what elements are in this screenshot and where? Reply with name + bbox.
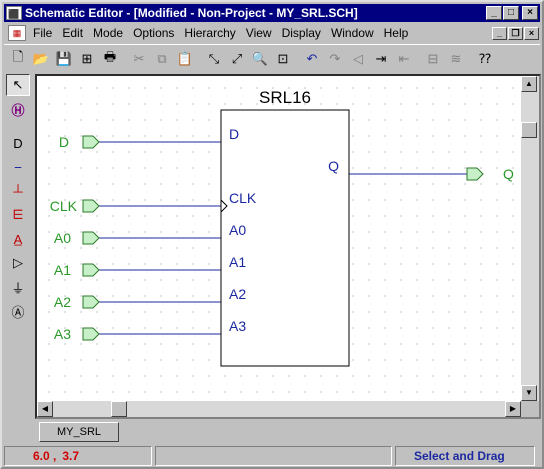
main-toolbar: 🗋 📂 💾 ⊞ 🖶 ✂ ⧉ 📋 ⤡ ⤢ 🔍 ⊡ ↶ ↷ ◁ ⇥ ⇤ ⊟ ≋ ⁇ xyxy=(4,44,540,72)
horizontal-scrollbar[interactable]: ◀ ▶ xyxy=(37,401,521,417)
schematic-drawing: SRL16 D CLK A0 A1 A2 A3 Q D CLK A0 A1 A2… xyxy=(50,88,514,367)
menu-hierarchy[interactable]: Hierarchy xyxy=(179,26,240,40)
menu-mode[interactable]: Mode xyxy=(88,26,128,40)
pin-clk: CLK xyxy=(229,190,257,206)
schematic-canvas[interactable]: SRL16 D CLK A0 A1 A2 A3 Q D CLK A0 A1 A2… xyxy=(37,76,521,401)
pop-icon[interactable]: ⇤ xyxy=(393,48,415,70)
menu-bar: ▦ File Edit Mode Options Hierarchy View … xyxy=(4,23,540,43)
coord-y: 3.7 xyxy=(62,449,80,463)
open-icon[interactable]: 📂 xyxy=(30,48,52,70)
port-clk[interactable] xyxy=(82,199,100,213)
app-icon[interactable]: ⬛ xyxy=(6,6,22,20)
add-io-marker-icon[interactable]: ▷ xyxy=(6,252,30,274)
symbol-icon[interactable]: ◁ xyxy=(347,48,369,70)
status-message xyxy=(155,446,392,466)
port-q[interactable] xyxy=(466,167,484,181)
add-bus-icon[interactable]: ⋿ xyxy=(6,204,30,226)
hierarchy-h-icon[interactable]: Ⓗ xyxy=(6,98,30,120)
port-label-a2: A2 xyxy=(54,294,71,310)
print-icon[interactable]: 🖶 xyxy=(99,48,121,70)
port-label-q: Q xyxy=(503,166,514,182)
port-a0[interactable] xyxy=(82,231,100,245)
port-a1[interactable] xyxy=(82,263,100,277)
port-label-d: D xyxy=(59,134,69,150)
mode-indicator: Select and Drag xyxy=(395,446,535,466)
menu-display[interactable]: Display xyxy=(277,26,326,40)
document-icon[interactable]: ▦ xyxy=(8,25,26,41)
close-button[interactable]: × xyxy=(522,6,538,20)
undo-icon[interactable]: ↶ xyxy=(301,48,323,70)
add-power-icon[interactable]: ⏚ xyxy=(6,276,30,298)
doc-close-button[interactable]: × xyxy=(524,26,539,40)
menu-options[interactable]: Options xyxy=(128,26,179,40)
title-bar: ⬛ Schematic Editor - [Modified - Non-Pro… xyxy=(4,4,540,22)
add-text-icon[interactable]: Ⓐ xyxy=(6,300,30,322)
port-label-a3: A3 xyxy=(54,326,71,342)
doc-restore-button[interactable]: ❐ xyxy=(508,26,523,40)
add-net-icon[interactable]: ┴ xyxy=(6,180,30,202)
zoom-out-icon[interactable]: ⤢ xyxy=(226,48,248,70)
vertical-scroll-thumb[interactable] xyxy=(521,122,537,138)
coordinates-readout: 6.0 , 3.7 xyxy=(4,446,152,466)
paste-icon[interactable]: 📋 xyxy=(174,48,196,70)
zoom-full-icon[interactable]: ⊡ xyxy=(272,48,294,70)
pin-a0: A0 xyxy=(229,222,246,238)
scroll-up-button[interactable]: ▲ xyxy=(521,76,537,92)
select-arrow-icon[interactable]: ↖ xyxy=(6,74,30,96)
srl16-symbol[interactable]: SRL16 D CLK A0 A1 A2 A3 Q xyxy=(220,88,350,367)
tab-my-srl[interactable]: MY_SRL xyxy=(39,422,119,442)
zoom-icon[interactable]: 🔍 xyxy=(249,48,271,70)
save-icon[interactable]: 💾 xyxy=(53,48,75,70)
drawing-toolbar: ↖ Ⓗ D ⎯ ┴ ⋿ A̲ ▷ ⏚ Ⓐ xyxy=(6,74,32,324)
minimize-button[interactable]: _ xyxy=(486,6,502,20)
copy-icon[interactable]: ⧉ xyxy=(151,48,173,70)
redo-icon[interactable]: ↷ xyxy=(324,48,346,70)
port-label-a1: A1 xyxy=(54,262,71,278)
push-icon[interactable]: ⇥ xyxy=(370,48,392,70)
zoom-in-icon[interactable]: ⤡ xyxy=(203,48,225,70)
help-icon[interactable]: ⁇ xyxy=(474,48,496,70)
add-symbol-icon[interactable]: D xyxy=(6,132,30,154)
menu-edit[interactable]: Edit xyxy=(57,26,88,40)
pin-a2: A2 xyxy=(229,286,246,302)
pin-a3: A3 xyxy=(229,318,246,334)
doc-minimize-button[interactable]: _ xyxy=(492,26,507,40)
port-a2[interactable] xyxy=(82,295,100,309)
scroll-down-button[interactable]: ▼ xyxy=(521,385,537,401)
add-wire-icon[interactable]: ⎯ xyxy=(6,156,30,178)
netlist-icon[interactable]: ⊟ xyxy=(422,48,444,70)
vertical-scrollbar[interactable]: ▲ ▼ xyxy=(521,76,539,401)
port-a3[interactable] xyxy=(82,327,100,341)
maximize-button[interactable]: □ xyxy=(503,6,519,20)
menu-help[interactable]: Help xyxy=(379,26,414,40)
hierarchy-icon[interactable]: ⊞ xyxy=(76,48,98,70)
simulate-icon[interactable]: ≋ xyxy=(445,48,467,70)
scroll-corner xyxy=(521,401,539,417)
schematic-canvas-frame: SRL16 D CLK A0 A1 A2 A3 Q D CLK A0 A1 A2… xyxy=(35,74,541,419)
menu-view[interactable]: View xyxy=(241,26,277,40)
scroll-right-button[interactable]: ▶ xyxy=(505,401,521,417)
port-label-a0: A0 xyxy=(54,230,71,246)
scroll-left-button[interactable]: ◀ xyxy=(37,401,53,417)
port-d[interactable] xyxy=(82,135,100,149)
pin-q: Q xyxy=(328,158,339,174)
add-net-name-icon[interactable]: A̲ xyxy=(6,228,30,250)
pin-a1: A1 xyxy=(229,254,246,270)
schematic-editor-window: ⬛ Schematic Editor - [Modified - Non-Pro… xyxy=(0,0,544,469)
component-name: SRL16 xyxy=(259,88,311,107)
status-bar: 6.0 , 3.7 Select and Drag xyxy=(4,446,540,467)
pin-d: D xyxy=(229,126,239,142)
menu-file[interactable]: File xyxy=(28,26,57,40)
new-icon[interactable]: 🗋 xyxy=(7,48,29,70)
coord-x: 6.0 , xyxy=(33,449,57,463)
menu-window[interactable]: Window xyxy=(326,26,379,40)
sheet-tabs: MY_SRL xyxy=(35,422,541,444)
cut-icon[interactable]: ✂ xyxy=(128,48,150,70)
port-label-clk: CLK xyxy=(50,198,78,214)
window-title: Schematic Editor - [Modified - Non-Proje… xyxy=(25,6,358,20)
horizontal-scroll-thumb[interactable] xyxy=(111,401,127,417)
